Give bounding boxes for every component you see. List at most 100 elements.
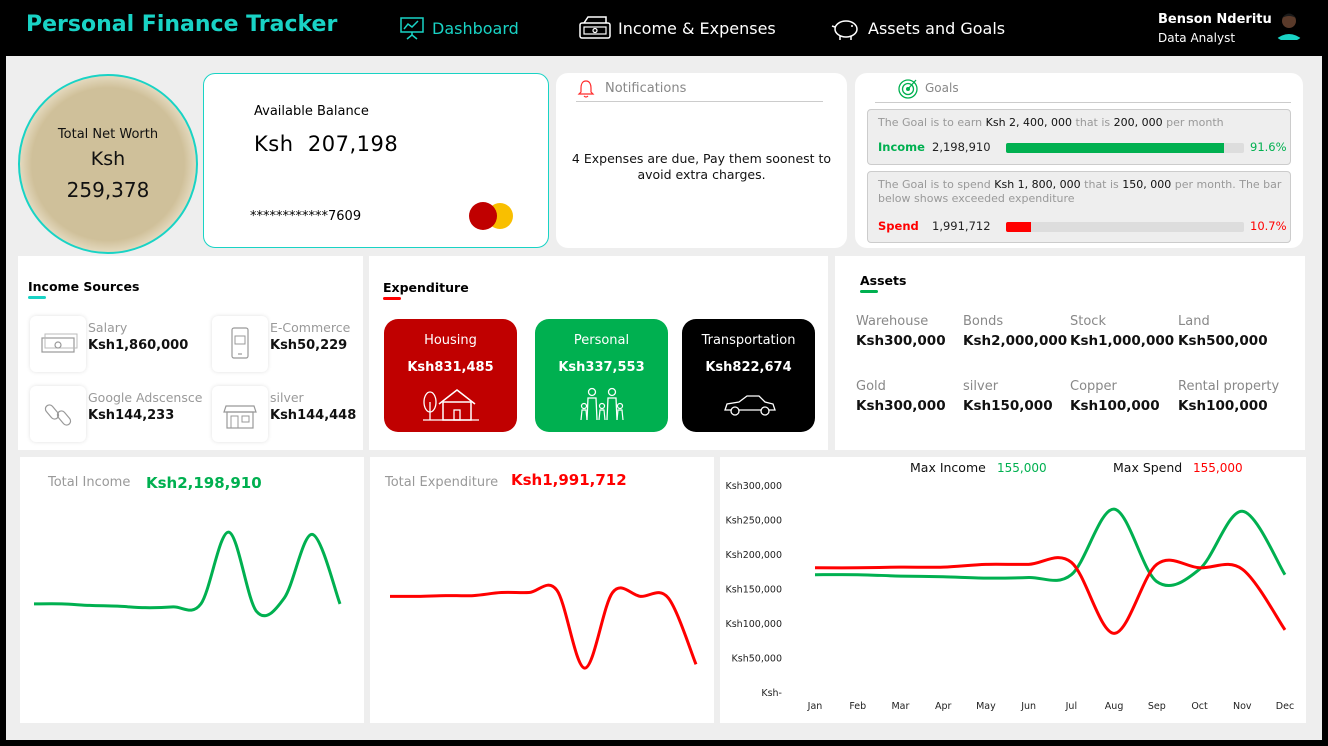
x-tick-label: Feb [849, 701, 866, 712]
x-tick-label: Apr [935, 701, 952, 712]
expense-name: Housing [424, 333, 477, 348]
income-source-name: silver [270, 390, 304, 405]
user-avatar-icon[interactable] [1271, 6, 1307, 42]
net-worth-currency: Ksh [90, 147, 126, 170]
asset-name: Stock [1070, 314, 1106, 329]
total-income-card: Total Income Ksh2,198,910 [20, 457, 364, 723]
x-tick-label: Aug [1105, 701, 1124, 712]
expense-name: Personal [573, 333, 630, 348]
nav-label: Dashboard [432, 18, 519, 38]
title-underline [383, 297, 401, 300]
cash-register-icon [579, 16, 611, 39]
bell-icon [577, 80, 595, 98]
income-sources-title: Income Sources [28, 279, 140, 294]
expense-category-personal[interactable]: Personal Ksh337,553 [535, 319, 668, 432]
asset-value: Ksh2,000,000 [963, 333, 1068, 349]
asset-value: Ksh100,000 [1178, 398, 1268, 414]
assets-title: Assets [860, 273, 907, 288]
expense-value: Ksh337,553 [558, 360, 645, 375]
nav-label: Assets and Goals [868, 18, 1006, 38]
income-source-item[interactable]: E-Commerce Ksh50,229 [212, 316, 372, 376]
y-tick-label: Ksh200,000 [726, 550, 783, 561]
presentation-chart-icon [400, 17, 424, 40]
title-underline [28, 296, 46, 299]
income-source-item[interactable]: Google Adscensce Ksh144,233 [30, 386, 202, 446]
net-worth-badge: Total Net Worth Ksh 259,378 [18, 74, 198, 254]
car-icon [724, 395, 776, 416]
income-source-value: Ksh50,229 [270, 338, 348, 353]
asset-value: Ksh150,000 [963, 398, 1053, 414]
spend-progress-bar [1006, 222, 1244, 232]
balance-card: Available Balance Ksh 207,198 **********… [203, 73, 549, 248]
income-source-value: Ksh144,233 [88, 408, 175, 423]
net-worth-label: Total Net Worth [57, 126, 159, 142]
user-name: Benson Nderitu [1158, 12, 1272, 27]
income-line-chart [33, 530, 342, 618]
x-tick-label: Jan [807, 701, 823, 712]
nav-assets-goals[interactable]: Assets and Goals [830, 14, 1005, 42]
balance-label: Available Balance [254, 104, 369, 119]
asset-name: Rental property [1178, 379, 1280, 394]
spend-series-line [814, 556, 1287, 635]
card-number: ************7609 [250, 209, 362, 224]
x-tick-label: Sep [1148, 701, 1166, 712]
asset-item: Copper Ksh100,000 [1070, 379, 1180, 414]
income-vs-spend-card: Max Income 155,000 Max Spend 155,000 Ksh… [720, 457, 1306, 723]
piggy-bank-icon [831, 20, 858, 40]
expense-value: Ksh822,674 [705, 360, 792, 375]
expenditure-card: Expenditure Housing Ksh831,485 Personal … [369, 256, 828, 450]
income-goal-label: Income [878, 140, 925, 154]
asset-name: Copper [1070, 379, 1117, 394]
spend-goal: The Goal is to spend Ksh 1, 800, 000 tha… [867, 171, 1291, 243]
mobile-shopping-icon [212, 316, 268, 372]
divider [875, 102, 1291, 103]
divider [576, 101, 823, 102]
asset-value: Ksh1,000,000 [1070, 333, 1175, 349]
x-tick-label: May [976, 701, 996, 712]
family-icon [580, 387, 624, 421]
income-series-line [33, 530, 342, 618]
expense-category-transportation[interactable]: Transportation Ksh822,674 [682, 319, 815, 432]
balance-value: Ksh 207,198 [254, 132, 399, 156]
notification-message: 4 Expenses are due, Pay them soonest to … [571, 151, 832, 182]
asset-item: Gold Ksh300,000 [856, 379, 966, 414]
target-icon [898, 79, 918, 99]
asset-item: silver Ksh150,000 [963, 379, 1073, 414]
income-source-item[interactable]: Salary Ksh1,860,000 [30, 316, 190, 376]
house-icon [423, 389, 479, 421]
income-source-item[interactable]: silver Ksh144,448 [212, 386, 372, 446]
y-tick-label: Ksh100,000 [726, 619, 783, 630]
income-source-name: E-Commerce [270, 320, 351, 335]
expenditure-title: Expenditure [383, 280, 469, 295]
asset-name: Bonds [963, 314, 1004, 329]
goals-title: Goals [925, 81, 959, 95]
notifications-card: Notifications 4 Expenses are due, Pay th… [556, 73, 847, 248]
pills-icon [30, 386, 86, 442]
asset-item: Rental property Ksh100,000 [1178, 379, 1288, 414]
expenditure-line-chart [389, 583, 698, 670]
y-tick-label: Ksh150,000 [726, 585, 783, 596]
income-sources-card: Income Sources Salary Ksh1,860,000 E-Com… [18, 256, 363, 450]
asset-value: Ksh300,000 [856, 333, 946, 349]
nav-dashboard[interactable]: Dashboard [398, 14, 519, 42]
x-tick-label: Dec [1276, 701, 1294, 712]
asset-name: Warehouse [856, 314, 929, 329]
dashboard-canvas: Total Net Worth Ksh 259,378 Available Ba… [6, 56, 1322, 740]
spend-goal-desc: The Goal is to spend Ksh 1, 800, 000 tha… [878, 178, 1282, 205]
expense-category-housing[interactable]: Housing Ksh831,485 [384, 319, 517, 432]
y-tick-label: Ksh50,000 [732, 654, 782, 665]
asset-item: Land Ksh500,000 [1178, 314, 1288, 349]
income-source-name: Google Adscensce [88, 390, 203, 405]
spend-progress-fill [1006, 222, 1032, 232]
x-tick-label: Mar [891, 701, 909, 712]
asset-name: Gold [856, 379, 886, 394]
asset-value: Ksh100,000 [1070, 398, 1160, 414]
spend-goal-label: Spend [878, 219, 919, 233]
cash-icon [30, 316, 86, 372]
asset-item: Stock Ksh1,000,000 [1070, 314, 1180, 349]
nav-income-expenses[interactable]: Income & Expenses [578, 14, 776, 42]
asset-name: Land [1178, 314, 1210, 329]
top-bar: Personal Finance Tracker Dashboard Incom… [6, 0, 1322, 54]
income-source-value: Ksh1,860,000 [88, 338, 189, 353]
income-source-value: Ksh144,448 [270, 408, 357, 423]
